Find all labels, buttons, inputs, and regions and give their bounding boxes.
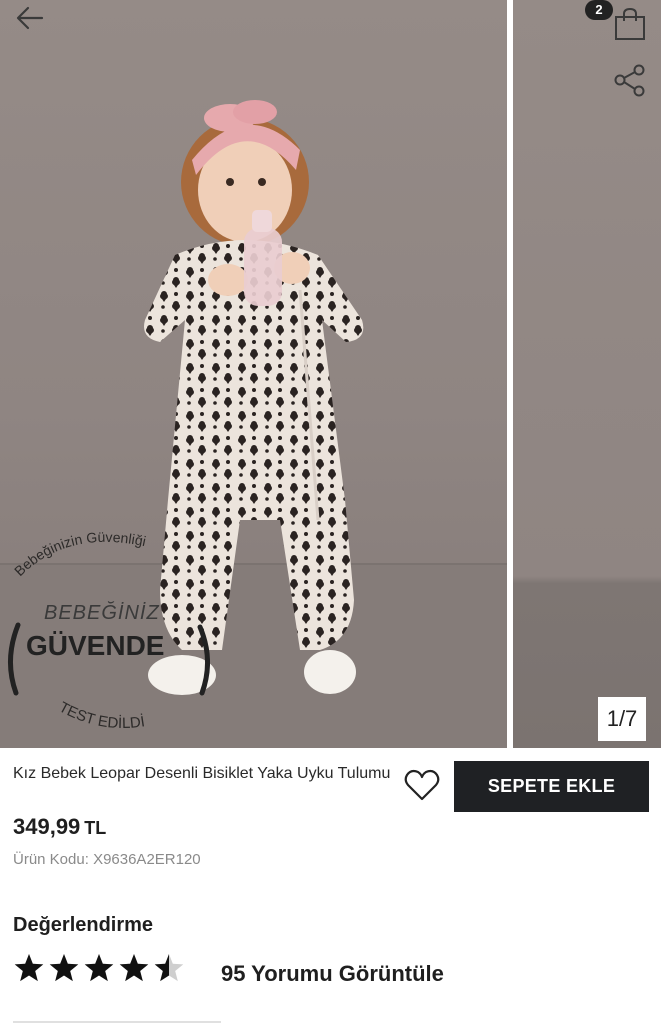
star-icon bbox=[119, 954, 149, 982]
product-title: Kız Bebek Leopar Desenli Bisiklet Yaka U… bbox=[13, 765, 391, 782]
share-button[interactable] bbox=[612, 62, 648, 98]
share-icon bbox=[614, 64, 645, 97]
safety-stamp-graphic: Bebeğinizin Güvenliği BEBEĞİNİZ GÜVENDE … bbox=[7, 529, 211, 732]
star-icon bbox=[84, 954, 114, 982]
shopping-bag-icon bbox=[615, 7, 645, 40]
product-price: 349,99 TL bbox=[13, 814, 106, 840]
price-currency: TL bbox=[84, 818, 107, 838]
image-counter: 1/7 bbox=[598, 697, 646, 741]
heart-icon bbox=[404, 769, 440, 801]
cart-button[interactable] bbox=[610, 6, 650, 42]
next-product-photo[interactable] bbox=[513, 0, 661, 748]
divider bbox=[13, 1021, 221, 1023]
safety-stamp: Bebeğinizin Güvenliği BEBEĞİNİZ GÜVENDE … bbox=[0, 515, 211, 745]
star-icon bbox=[14, 954, 44, 982]
product-code-value: X9636A2ER120 bbox=[93, 851, 201, 868]
product-code: Ürün Kodu: X9636A2ER120 bbox=[13, 851, 201, 868]
view-reviews-link[interactable]: 95 Yorumu Görüntüle bbox=[221, 961, 444, 987]
rating-heading: Değerlendirme bbox=[13, 914, 154, 936]
cart-count-badge: 2 bbox=[585, 0, 613, 20]
back-button[interactable] bbox=[12, 4, 48, 32]
price-value: 349,99 bbox=[13, 814, 81, 839]
product-gallery[interactable]: 2 Bebeğinizin Güvenliği BEBEĞİNİZ GÜVEND… bbox=[0, 0, 661, 748]
svg-text:Bebeğinizin Güvenliği: Bebeğinizin Güvenliği bbox=[11, 529, 147, 579]
stamp-top-text: Bebeğinizin Güvenliği bbox=[11, 529, 147, 579]
add-to-cart-button[interactable]: SEPETE EKLE bbox=[454, 761, 649, 812]
favorite-button[interactable] bbox=[403, 768, 441, 804]
product-code-label: Ürün Kodu: bbox=[13, 851, 89, 868]
stamp-bottom-text: TEST EDİLDİ bbox=[56, 699, 146, 732]
stamp-line1: BEBEĞİNİZ bbox=[44, 601, 160, 624]
rating-stars bbox=[14, 954, 184, 982]
stamp-line2: GÜVENDE bbox=[26, 630, 164, 661]
svg-text:TEST EDİLDİ: TEST EDİLDİ bbox=[56, 699, 146, 732]
star-icon bbox=[49, 954, 79, 982]
arrow-left-icon bbox=[16, 6, 44, 30]
product-info: Kız Bebek Leopar Desenli Bisiklet Yaka U… bbox=[0, 748, 661, 1024]
